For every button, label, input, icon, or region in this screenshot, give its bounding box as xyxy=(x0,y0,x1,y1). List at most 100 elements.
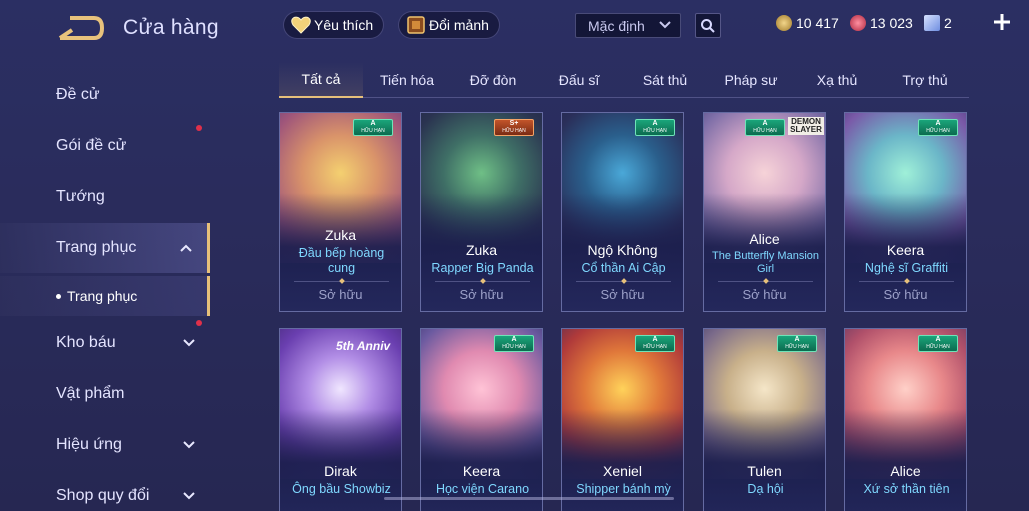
sort-value: Mặc định xyxy=(588,17,645,34)
gold-value: 10 417 xyxy=(796,15,839,31)
sidebar-item-label: Tướng xyxy=(56,188,105,205)
skin-name: Xứ sở thần tiên xyxy=(863,482,950,496)
tab-support[interactable]: Trợ thủ xyxy=(881,62,969,98)
grade-badge: A HỮU HẠN xyxy=(777,335,817,352)
sidebar-item-label: Gói đề cử xyxy=(56,137,127,154)
skin-name: Shipper bánh mỳ xyxy=(576,482,671,496)
voucher-value: 2 xyxy=(944,15,952,31)
sidebar-item-label: Hiệu ứng xyxy=(56,436,122,453)
hero-name: Zuka xyxy=(465,242,498,258)
tab-marksman[interactable]: Xạ thủ xyxy=(795,62,879,98)
hero-name: Alice xyxy=(749,231,780,247)
tab-tank[interactable]: Đỡ đòn xyxy=(451,62,535,98)
skin-card-keera-carano[interactable]: A HỮU HẠN Keera Học viện Carano xyxy=(420,328,543,511)
voucher-balance: 2 xyxy=(924,15,952,31)
owned-status: Sở hữu xyxy=(318,287,363,302)
chevron-up-icon xyxy=(180,244,192,252)
sidebar-item-label: Đề cử xyxy=(56,86,100,103)
sidebar-item-label: Shop quy đổi xyxy=(56,487,150,504)
skin-name: Dạ hội xyxy=(747,482,784,496)
sidebar-item-label: Kho báu xyxy=(56,334,116,351)
page-title: Cửa hàng xyxy=(123,16,219,39)
skin-name: Học viện Carano xyxy=(435,482,530,496)
grade-badge: A HỮU HẠN xyxy=(353,119,393,136)
favorite-button[interactable]: Yêu thích xyxy=(283,11,385,39)
skin-name: Rapper Big Panda xyxy=(431,261,534,275)
grade-badge: A HỮU HẠN xyxy=(635,335,675,352)
grade-badge: S+ HỮU HẠN xyxy=(494,119,534,136)
skin-card-alice-butterfly[interactable]: DEMON SLAYER A HỮU HẠN Alice The Butterfl… xyxy=(703,112,826,312)
skin-name: Ông bầu Showbiz xyxy=(292,482,391,496)
skin-card-dirak-showbiz[interactable]: 5th Anniv Dirak Ông bầu Showbiz xyxy=(279,328,402,511)
sidebar-item-effects[interactable]: Hiệu ứng xyxy=(0,420,210,470)
chevron-down-icon xyxy=(183,441,195,449)
sidebar-item-items[interactable]: Vật phẩm xyxy=(0,369,210,419)
category-tabs: Tất cả Tiến hóa Đỡ đòn Đấu sĩ Sát thủ Ph… xyxy=(279,62,969,98)
skin-grid: A HỮU HẠN Zuka Đầu bếp hoàng cung Sở hữu … xyxy=(279,112,969,511)
plus-icon[interactable] xyxy=(992,12,1012,32)
voucher-icon xyxy=(924,15,940,31)
sidebar-item-label: Trang phục xyxy=(56,239,137,256)
owned-status: Sở hữu xyxy=(600,287,645,302)
grade-badge: A HỮU HẠN xyxy=(918,119,958,136)
hero-name: Zuka xyxy=(324,227,357,243)
owned-status: Sở hữu xyxy=(742,287,787,302)
hero-name: Keera xyxy=(462,463,501,479)
sidebar-item-label: Vật phẩm xyxy=(56,385,125,402)
ruby-value: 13 023 xyxy=(870,15,913,31)
anniversary-logo: 5th Anniv xyxy=(336,339,391,353)
gold-balance: 10 417 xyxy=(776,15,839,31)
fragment-chest-icon xyxy=(407,16,425,34)
exchange-fragments-button[interactable]: Đổi mảnh xyxy=(398,11,500,39)
skin-card-alice-wonderland[interactable]: A HỮU HẠN Alice Xứ sở thần tiên xyxy=(844,328,967,511)
chevron-down-icon xyxy=(183,492,195,500)
hero-name: Ngộ Không xyxy=(587,242,658,258)
hero-name: Dirak xyxy=(324,463,357,479)
skin-card-tulen-gala[interactable]: A HỮU HẠN Tulen Dạ hội xyxy=(703,328,826,511)
skin-card-zuka-chef[interactable]: A HỮU HẠN Zuka Đầu bếp hoàng cung Sở hữu xyxy=(279,112,402,312)
hero-name: Xeniel xyxy=(603,463,642,479)
notification-dot xyxy=(196,320,202,326)
grade-badge: A HỮU HẠN xyxy=(918,335,958,352)
skin-name: Đầu bếp hoàng cung xyxy=(298,246,385,275)
sidebar-item-skins[interactable]: Trang phục xyxy=(0,223,210,273)
chevron-down-icon xyxy=(183,339,195,347)
sort-dropdown[interactable]: Mặc định xyxy=(575,13,681,38)
sidebar-item-heroes[interactable]: Tướng xyxy=(0,172,210,222)
notification-dot xyxy=(196,125,202,131)
horizontal-scrollbar[interactable] xyxy=(384,497,674,500)
skin-card-xeniel-shipper[interactable]: A HỮU HẠN Xeniel Shipper bánh mỳ xyxy=(561,328,684,511)
exchange-label: Đổi mảnh xyxy=(429,17,489,33)
skin-card-ngo-khong[interactable]: A HỮU HẠN Ngộ Không Cổ thần Ai Cập Sở hữu xyxy=(561,112,684,312)
skin-name: Nghệ sĩ Graffiti xyxy=(864,261,949,275)
demon-slayer-logo: DEMON SLAYER xyxy=(788,117,824,135)
skin-card-keera-graffiti[interactable]: A HỮU HẠN Keera Nghệ sĩ Graffiti Sở hữu xyxy=(844,112,967,312)
chevron-down-icon xyxy=(659,21,671,29)
sidebar-item-featured-packs[interactable]: Gói đề cử xyxy=(0,121,210,171)
tab-all[interactable]: Tất cả xyxy=(279,62,363,98)
top-bar: Cửa hàng Yêu thích Đổi mảnh Mặc định 10 … xyxy=(0,0,1029,50)
sidebar-item-treasure[interactable]: Kho báu xyxy=(0,318,210,368)
heart-icon xyxy=(291,16,311,34)
skin-card-zuka-rapper[interactable]: S+ HỮU HẠN Zuka Rapper Big Panda Sở hữu xyxy=(420,112,543,312)
owned-status: Sở hữu xyxy=(883,287,928,302)
hero-name: Alice xyxy=(890,463,921,479)
sidebar-item-exchange-shop[interactable]: Shop quy đổi xyxy=(0,471,210,511)
sidebar-item-featured[interactable]: Đề cử xyxy=(0,70,210,120)
search-button[interactable] xyxy=(695,13,721,38)
hero-name: Tulen xyxy=(747,463,782,479)
tab-evolution[interactable]: Tiến hóa xyxy=(365,62,449,98)
owned-status: Sở hữu xyxy=(459,287,504,302)
skin-name: Cổ thần Ai Cập xyxy=(581,261,666,275)
bullet-icon xyxy=(56,293,61,299)
ruby-icon xyxy=(850,15,866,31)
grade-badge: A HỮU HẠN xyxy=(745,119,785,136)
skin-name: The Butterfly Mansion Girl xyxy=(712,250,819,275)
tab-fighter[interactable]: Đấu sĩ xyxy=(537,62,621,98)
sidebar-subitem-label: Trang phục xyxy=(67,288,138,304)
sidebar-subitem-skins[interactable]: Trang phục xyxy=(0,276,210,316)
search-icon xyxy=(701,18,715,33)
tab-mage[interactable]: Pháp sư xyxy=(709,62,793,98)
tab-assassin[interactable]: Sát thủ xyxy=(623,62,707,98)
back-arrow-icon[interactable] xyxy=(56,14,104,42)
